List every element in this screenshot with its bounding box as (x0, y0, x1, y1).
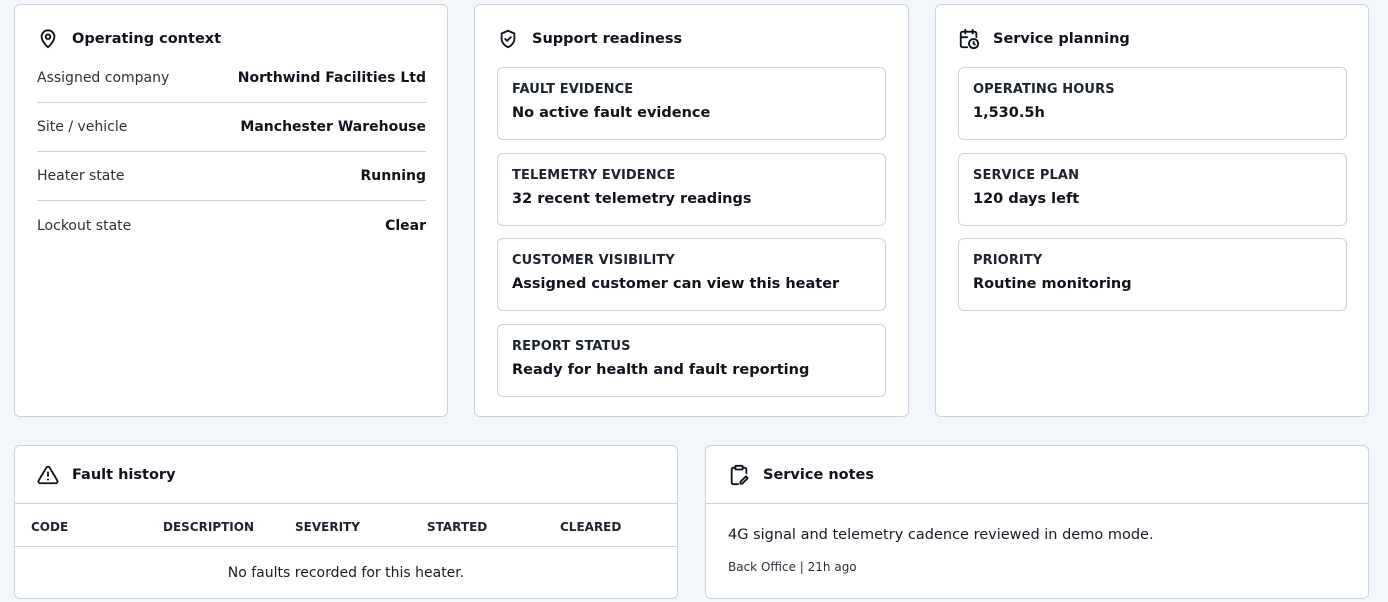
fault-history-header: Fault history (37, 464, 176, 486)
calendar-clock-icon (958, 28, 980, 50)
tile-label: OPERATING HOURS (973, 82, 1115, 97)
tile-value: Routine monitoring (973, 276, 1132, 292)
tile-fault-evidence: FAULT EVIDENCE No active fault evidence (497, 67, 886, 140)
service-notes-card: Service notes 4G signal and telemetry ca… (705, 445, 1369, 599)
tile-value: Ready for health and fault reporting (512, 362, 810, 378)
operating-context-card: Operating context Assigned company North… (14, 4, 448, 417)
tile-value: Assigned customer can view this heater (512, 276, 840, 292)
context-row-company: Assigned company Northwind Facilities Lt… (37, 54, 426, 103)
tile-telemetry-evidence: TELEMETRY EVIDENCE 32 recent telemetry r… (497, 153, 886, 226)
operating-context-header: Operating context (37, 28, 221, 50)
support-readiness-card: Support readiness FAULT EVIDENCE No acti… (474, 4, 909, 417)
context-row-label: Assigned company (37, 70, 170, 86)
context-row-heater-state: Heater state Running (37, 152, 426, 201)
context-row-label: Heater state (37, 168, 125, 184)
note-meta: Back Office | 21h ago (728, 560, 857, 574)
tile-label: FAULT EVIDENCE (512, 82, 634, 97)
operating-context-title: Operating context (72, 31, 222, 47)
note-text: 4G signal and telemetry cadence reviewed… (728, 527, 1154, 543)
clipboard-edit-icon (728, 464, 750, 486)
service-notes-title: Service notes (763, 467, 875, 483)
context-row-label: Site / vehicle (37, 119, 128, 135)
tile-label: PRIORITY (973, 253, 1043, 268)
column-header-started: STARTED (427, 520, 488, 534)
location-pin-icon (37, 28, 59, 50)
tile-service-plan: SERVICE PLAN 120 days left (958, 153, 1347, 226)
tile-priority: PRIORITY Routine monitoring (958, 238, 1347, 311)
tile-operating-hours: OPERATING HOURS 1,530.5h (958, 67, 1347, 140)
service-planning-title: Service planning (993, 31, 1130, 47)
tile-label: CUSTOMER VISIBILITY (512, 253, 675, 268)
tile-label: REPORT STATUS (512, 339, 631, 354)
tile-value: No active fault evidence (512, 105, 711, 121)
context-row-label: Lockout state (37, 217, 132, 234)
support-readiness-title: Support readiness (532, 31, 683, 47)
context-row-lockout-state: Lockout state Clear (37, 201, 426, 250)
context-row-value: Running (360, 168, 426, 184)
tile-value: 1,530.5h (973, 105, 1045, 121)
tile-report-status: REPORT STATUS Ready for health and fault… (497, 324, 886, 397)
shield-check-icon (497, 28, 519, 50)
context-row-site: Site / vehicle Manchester Warehouse (37, 103, 426, 152)
header-divider (706, 503, 1368, 504)
empty-table-message: No faults recorded for this heater. (227, 565, 465, 581)
service-planning-card: Service planning OPERATING HOURS 1,530.5… (935, 4, 1369, 417)
context-row-value: Manchester Warehouse (240, 119, 426, 135)
column-header-cleared: CLEARED (560, 520, 622, 534)
fault-history-title: Fault history (72, 467, 176, 483)
support-readiness-header: Support readiness (497, 28, 682, 50)
fault-history-card: Fault history CODE DESCRIPTION SEVERITY … (14, 445, 678, 599)
warning-triangle-icon (37, 464, 59, 486)
context-row-value: Clear (385, 217, 426, 234)
tile-label: TELEMETRY EVIDENCE (512, 168, 676, 183)
tile-value: 120 days left (973, 191, 1080, 207)
service-notes-header: Service notes (728, 464, 874, 486)
column-header-code: CODE (31, 520, 69, 534)
tile-customer-visibility: CUSTOMER VISIBILITY Assigned customer ca… (497, 238, 886, 311)
column-header-severity: SEVERITY (295, 520, 360, 534)
header-divider (15, 503, 677, 504)
context-row-value: Northwind Facilities Ltd (237, 70, 426, 86)
service-planning-header: Service planning (958, 28, 1130, 50)
column-header-description: DESCRIPTION (163, 520, 255, 534)
tile-value: 32 recent telemetry readings (512, 191, 752, 207)
table-header-divider (15, 546, 677, 547)
tile-label: SERVICE PLAN (973, 168, 1080, 183)
